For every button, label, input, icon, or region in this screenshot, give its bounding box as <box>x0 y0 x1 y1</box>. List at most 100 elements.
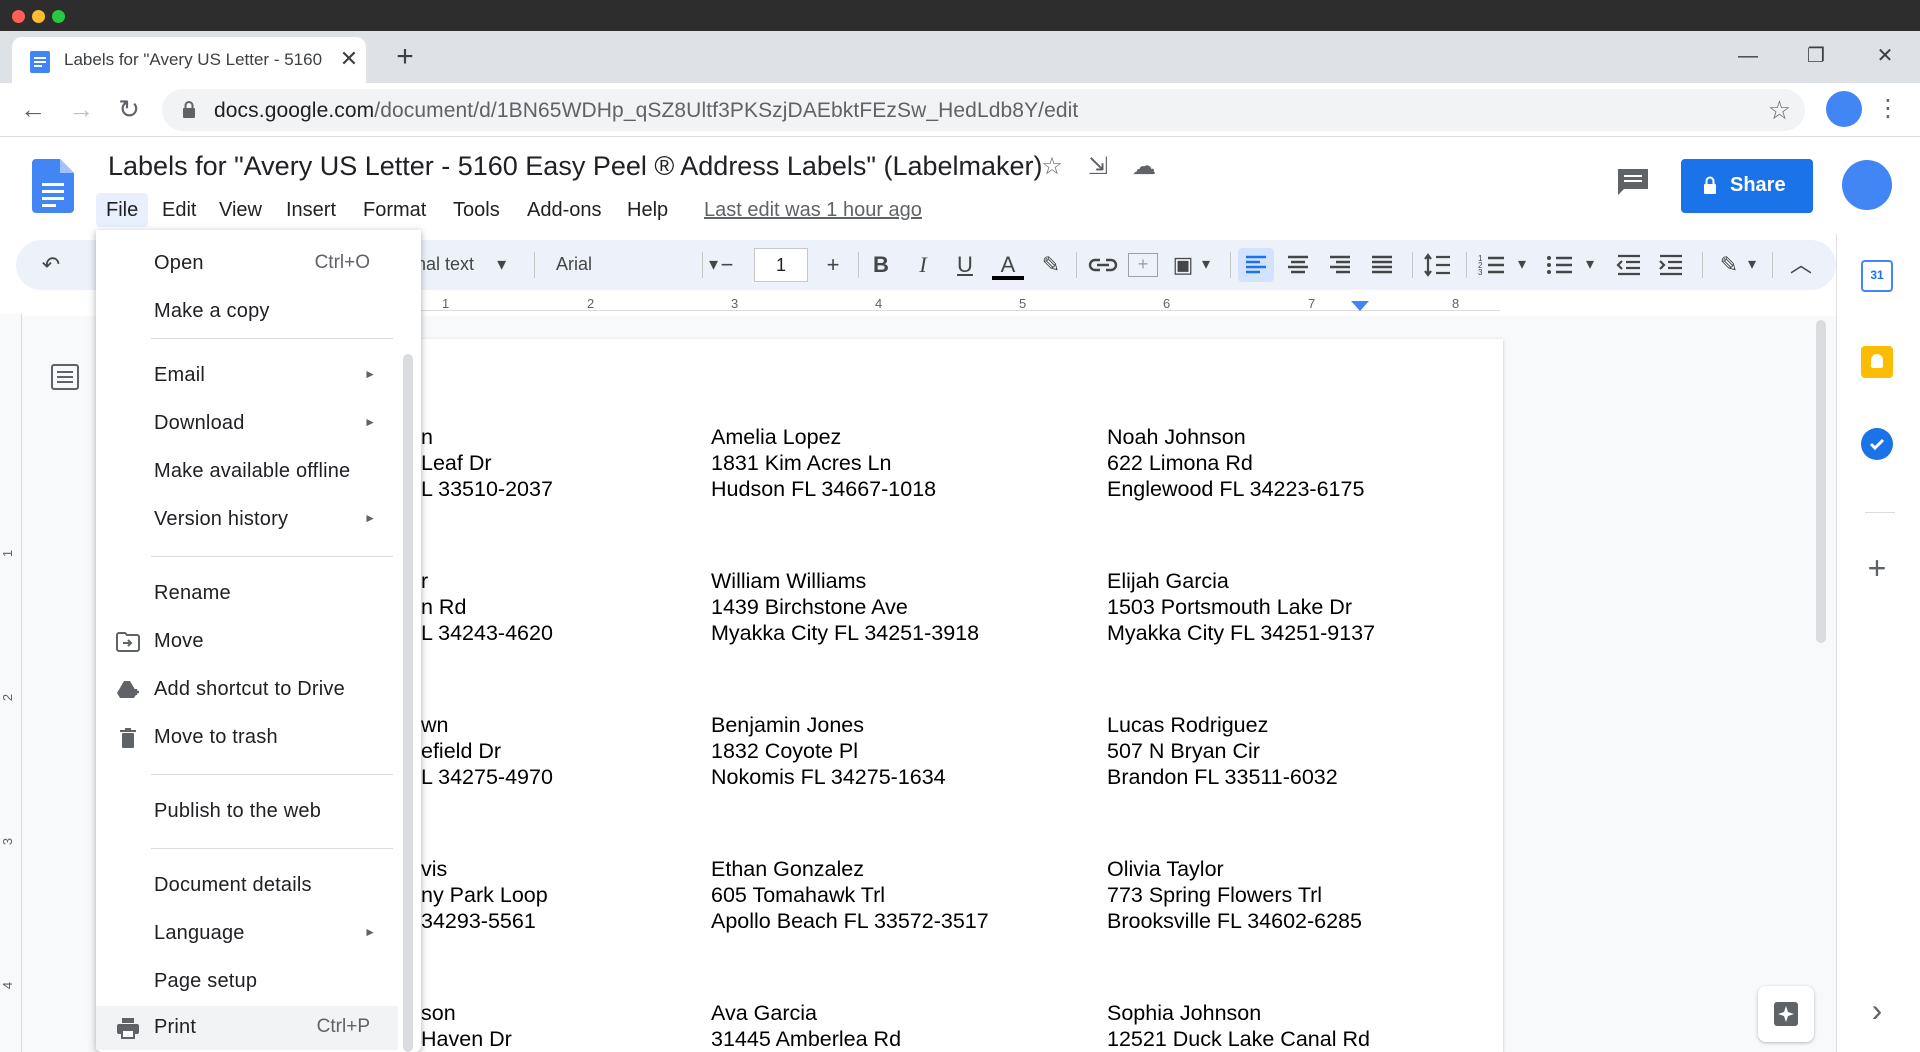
menu-item-language[interactable]: Language ► <box>96 912 398 956</box>
menu-item-print[interactable]: Print Ctrl+P <box>96 1006 398 1050</box>
align-right-icon[interactable] <box>1322 248 1358 282</box>
menu-scrollbar[interactable] <box>403 354 413 1052</box>
close-window-dot[interactable] <box>12 10 25 23</box>
menu-format[interactable]: Format <box>353 193 436 227</box>
menu-file[interactable]: File <box>96 193 149 227</box>
menu-item-email[interactable]: Email ► <box>96 354 398 398</box>
insert-image-icon[interactable]: ▣ <box>1168 250 1198 280</box>
get-addons-icon[interactable]: + <box>1861 552 1893 584</box>
forward-icon[interactable]: → <box>66 94 96 124</box>
ruler-number: 2 <box>587 296 595 311</box>
star-icon[interactable]: ☆ <box>1038 153 1066 181</box>
increase-font-size-icon[interactable]: + <box>818 250 848 280</box>
menu-item-move[interactable]: Move <box>96 620 398 664</box>
menu-item-open[interactable]: Open Ctrl+O <box>96 242 398 286</box>
tasks-icon[interactable] <box>1861 428 1893 460</box>
close-icon[interactable]: ✕ <box>1870 41 1900 71</box>
text-color-icon[interactable]: A <box>992 250 1024 280</box>
menu-item-trash[interactable]: Move to trash <box>96 716 398 760</box>
menu-addons[interactable]: Add-ons <box>517 193 612 227</box>
window-titlebar <box>0 0 1920 31</box>
align-justify-icon[interactable] <box>1364 248 1400 282</box>
menu-insert[interactable]: Insert <box>276 193 346 227</box>
share-button[interactable]: Share <box>1681 159 1813 213</box>
menu-tools[interactable]: Tools <box>443 193 510 227</box>
menu-help[interactable]: Help <box>617 193 678 227</box>
keep-icon[interactable] <box>1861 346 1893 378</box>
address-bar-row: ← → ↻ docs.google.com/document/d/1BN65WD… <box>0 83 1920 137</box>
menu-edit[interactable]: Edit <box>152 193 206 227</box>
document-scrollbar[interactable] <box>1816 320 1826 643</box>
font-size-input[interactable]: 1 <box>754 248 808 282</box>
ruler-number: 4 <box>0 981 16 990</box>
comment-history-icon[interactable] <box>1616 167 1650 197</box>
submenu-arrow-icon: ► <box>364 511 376 525</box>
back-icon[interactable]: ← <box>18 94 48 124</box>
new-tab-button[interactable]: + <box>392 42 418 73</box>
menu-item-page-setup[interactable]: Page setup <box>96 960 398 1004</box>
bulleted-list-icon[interactable] <box>1542 248 1578 282</box>
editing-mode-icon[interactable]: ✎ <box>1714 250 1744 280</box>
menu-item-publish[interactable]: Publish to the web <box>96 790 398 834</box>
menu-item-make-copy[interactable]: Make a copy <box>96 290 398 334</box>
highlight-color-icon[interactable]: ✎ <box>1036 250 1066 280</box>
right-indent-marker-icon[interactable] <box>1351 301 1369 313</box>
paragraph-style-dropdown[interactable]: nal text ▾ <box>416 254 506 275</box>
decrease-font-size-icon[interactable]: − <box>712 250 742 280</box>
menu-item-label: Page setup <box>154 970 258 992</box>
hide-menus-icon[interactable]: ︿ <box>1786 250 1816 280</box>
address-bar[interactable]: docs.google.com/document/d/1BN65WDHp_qSZ… <box>162 89 1805 131</box>
document-title[interactable]: Labels for "Avery US Letter - 5160 Easy … <box>108 151 1043 182</box>
line-spacing-icon[interactable] <box>1420 248 1456 282</box>
insert-link-icon[interactable] <box>1086 252 1120 278</box>
reload-icon[interactable]: ↻ <box>114 94 144 124</box>
zoom-window-dot[interactable] <box>52 10 65 23</box>
menu-item-download[interactable]: Download ► <box>96 402 398 446</box>
align-center-icon[interactable] <box>1280 248 1316 282</box>
horizontal-ruler[interactable]: 1 2 3 4 5 6 7 8 <box>415 296 1500 314</box>
increase-indent-icon[interactable] <box>1652 248 1688 282</box>
explore-button[interactable] <box>1758 986 1814 1042</box>
underline-icon[interactable]: U <box>950 250 980 280</box>
menu-item-label: Move to trash <box>154 726 278 748</box>
toolbar-divider <box>1772 252 1773 278</box>
bookmark-star-icon[interactable]: ☆ <box>1768 95 1791 126</box>
minimize-window-dot[interactable] <box>32 10 45 23</box>
tab-close-icon[interactable]: ✕ <box>338 47 360 71</box>
account-avatar[interactable] <box>1842 160 1892 210</box>
add-comment-icon[interactable]: + <box>1128 253 1158 277</box>
chevron-down-icon[interactable]: ▾ <box>1196 250 1216 280</box>
chevron-down-icon[interactable]: ▾ <box>1512 250 1532 280</box>
calendar-icon[interactable]: 31 <box>1861 260 1893 292</box>
menu-item-rename[interactable]: Rename <box>96 572 398 616</box>
menu-item-document-details[interactable]: Document details <box>96 864 398 908</box>
decrease-indent-icon[interactable] <box>1610 248 1646 282</box>
expand-panel-icon[interactable]: › <box>1861 994 1893 1026</box>
font-dropdown[interactable]: Arial ▾ <box>556 254 718 275</box>
align-left-icon[interactable] <box>1238 248 1274 282</box>
docs-logo-icon[interactable] <box>32 159 74 213</box>
last-edit-link[interactable]: Last edit was 1 hour ago <box>704 199 922 222</box>
italic-icon[interactable]: I <box>908 250 938 280</box>
chevron-down-icon[interactable]: ▾ <box>1742 250 1762 280</box>
check-icon <box>1869 438 1885 451</box>
cloud-status-icon[interactable]: ☁ <box>1130 153 1158 181</box>
profile-avatar[interactable] <box>1826 91 1862 127</box>
menu-item-add-shortcut[interactable]: Add shortcut to Drive <box>96 668 398 712</box>
ruler-number: 6 <box>1163 296 1171 311</box>
move-folder-icon[interactable]: ⇲ <box>1084 153 1112 181</box>
undo-icon[interactable]: ↶ <box>36 250 66 280</box>
menu-item-label: Move <box>154 630 204 652</box>
chevron-down-icon[interactable]: ▾ <box>1580 250 1600 280</box>
chrome-menu-icon[interactable]: ⋮ <box>1876 93 1900 125</box>
numbered-list-icon[interactable]: 1 2 3 <box>1474 248 1510 282</box>
document-outline-icon[interactable] <box>50 362 80 392</box>
menu-item-version-history[interactable]: Version history ► <box>96 498 398 542</box>
vertical-ruler[interactable]: 1 2 3 4 <box>0 314 22 1052</box>
browser-tab[interactable]: Labels for "Avery US Letter - 5160 ✕ <box>12 37 366 83</box>
minimize-icon[interactable]: — <box>1733 41 1763 71</box>
menu-item-offline[interactable]: Make available offline <box>96 450 398 494</box>
restore-icon[interactable]: ❐ <box>1801 41 1831 71</box>
menu-view[interactable]: View <box>209 193 272 227</box>
bold-icon[interactable]: B <box>866 250 896 280</box>
